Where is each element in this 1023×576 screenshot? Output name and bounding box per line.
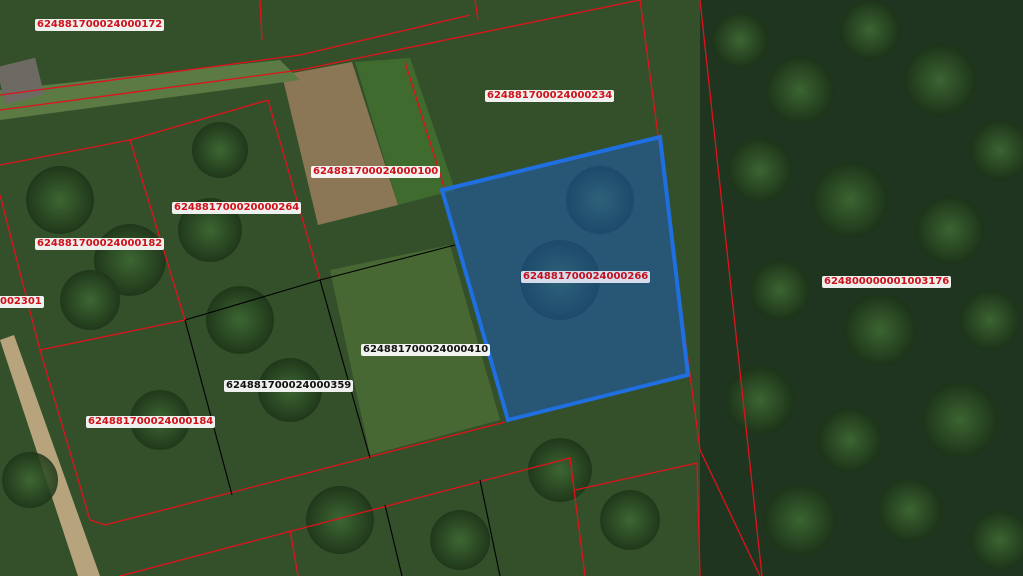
parcel-label-182[interactable]: 624881700024000182 — [35, 238, 165, 250]
parcel-label-266-selected[interactable]: 624881700024000266 — [521, 271, 651, 283]
parcel-label-100[interactable]: 624881700024000100 — [311, 166, 441, 178]
parcel-label-410[interactable]: 624881700024000410 — [361, 344, 491, 356]
map-viewport[interactable]: 624881700024000172 624881700024000234 62… — [0, 0, 1023, 576]
satellite-imagery — [0, 0, 1023, 576]
parcel-label-184[interactable]: 624881700024000184 — [86, 416, 216, 428]
parcel-label-264[interactable]: 624881700020000264 — [172, 202, 302, 214]
parcel-label-2301[interactable]: 002301 — [0, 296, 44, 308]
parcel-label-172[interactable]: 624881700024000172 — [35, 19, 165, 31]
parcel-label-3176[interactable]: 624800000001003176 — [822, 276, 952, 288]
parcel-label-359[interactable]: 624881700024000359 — [224, 380, 354, 392]
parcel-label-234[interactable]: 624881700024000234 — [485, 90, 615, 102]
